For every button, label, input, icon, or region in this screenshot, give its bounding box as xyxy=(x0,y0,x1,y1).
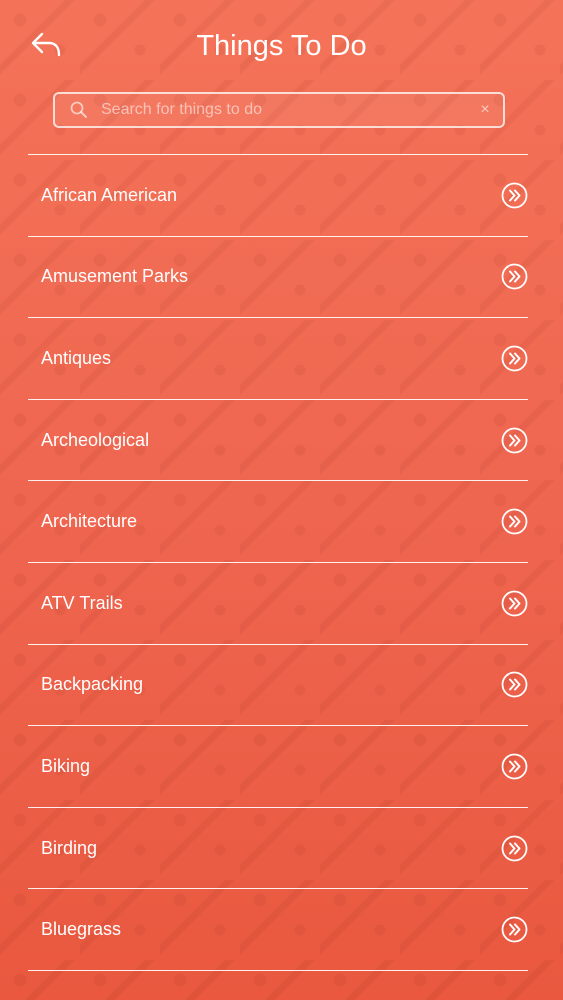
header: Things To Do xyxy=(0,0,563,90)
list-item-label: Amusement Parks xyxy=(41,266,189,287)
list-item-label: Backpacking xyxy=(41,674,144,695)
double-chevron-right-icon[interactable] xyxy=(501,671,528,698)
list-item-label: Archeological xyxy=(41,429,150,450)
category-list: African American Amusement Parks Antique… xyxy=(28,154,528,971)
double-chevron-right-icon[interactable] xyxy=(501,508,528,535)
list-item-label: Antiques xyxy=(41,347,112,368)
list-item[interactable]: Birding xyxy=(28,808,528,890)
search-input[interactable] xyxy=(99,95,467,125)
search-icon xyxy=(59,94,99,126)
double-chevron-right-icon[interactable] xyxy=(501,427,528,454)
double-chevron-right-icon[interactable] xyxy=(501,916,528,943)
double-chevron-right-icon[interactable] xyxy=(501,263,528,290)
list-item[interactable]: Antiques xyxy=(28,318,528,400)
double-chevron-right-icon[interactable] xyxy=(501,835,528,862)
search-bar: × xyxy=(53,92,505,128)
list-item[interactable]: Archeological xyxy=(28,400,528,482)
list-item-label: African American xyxy=(41,184,178,205)
list-item-label: Bluegrass xyxy=(41,919,122,940)
double-chevron-right-icon[interactable] xyxy=(501,182,528,209)
double-chevron-right-icon[interactable] xyxy=(501,590,528,617)
list-item[interactable]: African American xyxy=(28,155,528,237)
list-item[interactable]: Architecture xyxy=(28,481,528,563)
close-icon: × xyxy=(480,101,490,118)
double-chevron-right-icon[interactable] xyxy=(501,753,528,780)
list-item[interactable]: Amusement Parks xyxy=(28,237,528,319)
list-item-label: Architecture xyxy=(41,511,138,532)
list-item[interactable]: Biking xyxy=(28,726,528,808)
list-item[interactable]: ATV Trails xyxy=(28,563,528,645)
list-item[interactable]: Backpacking xyxy=(28,645,528,727)
page-title: Things To Do xyxy=(196,30,367,62)
double-chevron-right-icon[interactable] xyxy=(501,345,528,372)
list-item-label: Birding xyxy=(41,837,98,858)
list-item[interactable]: Bluegrass xyxy=(28,889,528,971)
clear-search-button[interactable]: × xyxy=(467,94,503,126)
list-item-label: ATV Trails xyxy=(41,592,123,613)
list-item-label: Biking xyxy=(41,755,91,776)
